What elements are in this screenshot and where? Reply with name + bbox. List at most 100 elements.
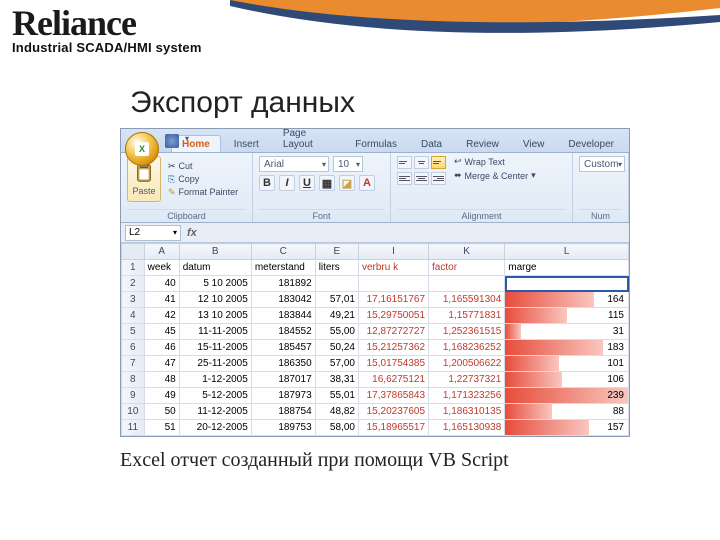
row-header[interactable]: 4 [122,308,145,324]
col-header-C[interactable]: C [251,244,315,260]
cell[interactable]: 1,22737321 [429,372,505,388]
row-header[interactable]: 6 [122,340,145,356]
cell[interactable]: 1,171323256 [429,388,505,404]
font-color-button[interactable]: A [359,175,375,191]
cell[interactable]: 13 10 2005 [179,308,251,324]
office-button[interactable]: X [125,132,159,166]
row-header[interactable]: 10 [122,404,145,420]
cell[interactable]: 15,29750051 [358,308,428,324]
tab-insert[interactable]: Insert [223,135,270,152]
cell[interactable]: 1,168236252 [429,340,505,356]
cell[interactable]: 1-12-2005 [179,372,251,388]
font-size-select[interactable]: 10 [333,156,363,172]
cell[interactable]: 1,200506622 [429,356,505,372]
cell-databar[interactable]: 239 [505,388,629,404]
cell-databar[interactable]: 157 [505,420,629,436]
row-header[interactable]: 7 [122,356,145,372]
cut-button[interactable]: ✂Cut [168,161,238,172]
cell[interactable]: 16,6275121 [358,372,428,388]
header-cell[interactable]: week [144,260,179,276]
cell[interactable]: 51 [144,420,179,436]
name-box[interactable]: L2 ▾ [125,225,181,241]
cell[interactable]: 11-11-2005 [179,324,251,340]
align-center-button[interactable] [414,172,429,185]
cell-databar[interactable]: 183 [505,340,629,356]
tab-data[interactable]: Data [410,135,453,152]
tab-formulas[interactable]: Formulas [344,135,408,152]
row-header[interactable]: 3 [122,292,145,308]
align-bottom-button[interactable] [431,156,446,169]
align-middle-button[interactable] [414,156,429,169]
row-header[interactable]: 5 [122,324,145,340]
cell[interactable]: 25-11-2005 [179,356,251,372]
row-header[interactable]: 8 [122,372,145,388]
format-painter-button[interactable]: ✎Format Painter [168,187,238,198]
cell[interactable]: 38,31 [315,372,358,388]
col-header-E[interactable]: E [315,244,358,260]
cell[interactable]: 15,01754385 [358,356,428,372]
cell[interactable]: 17,37865843 [358,388,428,404]
font-name-select[interactable]: Arial [259,156,329,172]
cell[interactable]: 12,87272727 [358,324,428,340]
cell[interactable]: 1,15771831 [429,308,505,324]
cell[interactable]: 189753 [251,420,315,436]
cell-databar[interactable]: 115 [505,308,629,324]
cell[interactable] [429,276,505,292]
cell[interactable]: 1,165591304 [429,292,505,308]
merge-button[interactable]: ⬌Merge & Center ▾ [454,170,536,181]
cell[interactable]: 55,00 [315,324,358,340]
cell[interactable]: 41 [144,292,179,308]
header-cell[interactable]: marge [505,260,629,276]
cell[interactable]: 15,21257362 [358,340,428,356]
cell[interactable]: 48 [144,372,179,388]
header-cell[interactable]: meterstand [251,260,315,276]
underline-button[interactable]: U [299,175,315,191]
cell[interactable]: 20-12-2005 [179,420,251,436]
cell[interactable]: 187017 [251,372,315,388]
cell[interactable]: 15-11-2005 [179,340,251,356]
cell[interactable]: 45 [144,324,179,340]
cell[interactable]: 187973 [251,388,315,404]
cell[interactable]: 49 [144,388,179,404]
row-header[interactable]: 9 [122,388,145,404]
tab-view[interactable]: View [512,135,556,152]
align-left-button[interactable] [397,172,412,185]
col-header-A[interactable]: A [144,244,179,260]
cell[interactable]: 1,252361515 [429,324,505,340]
cell[interactable]: 46 [144,340,179,356]
fill-color-button[interactable]: ◪ [339,175,355,191]
col-header-L[interactable]: L [505,244,629,260]
cell-databar[interactable]: 164 [505,292,629,308]
save-icon[interactable] [165,134,179,148]
cell[interactable]: 40 [144,276,179,292]
wrap-text-button[interactable]: ↩Wrap Text [454,156,536,167]
fx-icon[interactable]: fx [187,227,197,239]
cell[interactable]: 184552 [251,324,315,340]
cell[interactable]: 15,20237605 [358,404,428,420]
cell[interactable] [315,276,358,292]
cell[interactable]: 188754 [251,404,315,420]
cell-databar[interactable] [505,276,629,292]
cell[interactable]: 55,01 [315,388,358,404]
cell-databar[interactable]: 88 [505,404,629,420]
italic-button[interactable]: I [279,175,295,191]
cell[interactable]: 57,01 [315,292,358,308]
cell[interactable]: 5 10 2005 [179,276,251,292]
cell[interactable]: 42 [144,308,179,324]
cell[interactable]: 49,21 [315,308,358,324]
row-header[interactable]: 11 [122,420,145,436]
cell[interactable]: 186350 [251,356,315,372]
header-cell[interactable]: datum [179,260,251,276]
cell[interactable]: 5-12-2005 [179,388,251,404]
tab-review[interactable]: Review [455,135,510,152]
align-top-button[interactable] [397,156,412,169]
cell[interactable] [358,276,428,292]
bold-button[interactable]: B [259,175,275,191]
col-header-I[interactable]: I [358,244,428,260]
cell[interactable]: 57,00 [315,356,358,372]
align-right-button[interactable] [431,172,446,185]
header-cell[interactable]: liters [315,260,358,276]
cell[interactable]: 183844 [251,308,315,324]
tab-page-layout[interactable]: Page Layout [272,124,342,152]
col-header-B[interactable]: B [179,244,251,260]
